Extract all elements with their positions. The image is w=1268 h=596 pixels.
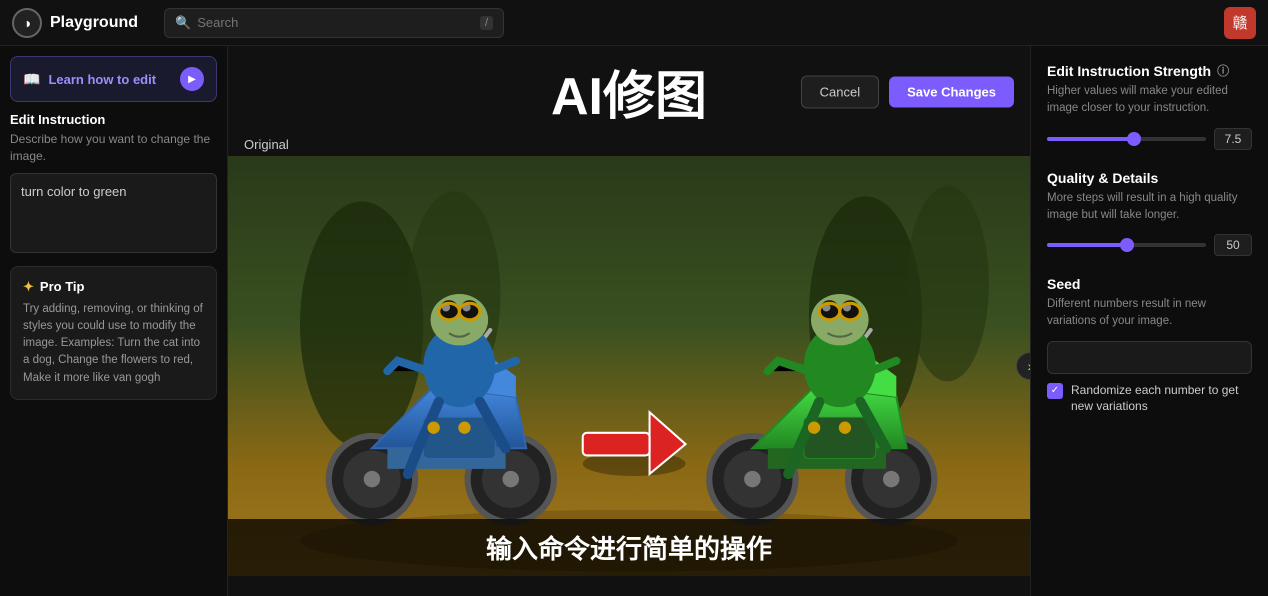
frog-scene: 输入命令进行简单的操作 › <box>228 156 1030 576</box>
quality-slider-thumb[interactable] <box>1120 238 1134 252</box>
learn-how-to-edit-button[interactable]: 📖 Learn how to edit ▶ <box>10 56 217 102</box>
center-header: AI修图 Cancel Save Changes <box>228 46 1030 137</box>
seed-section: Seed Different numbers result in new var… <box>1047 276 1252 415</box>
logo-area: ◑ Playground <box>12 8 152 38</box>
original-label: Original <box>228 137 289 152</box>
pro-tip-text: Try adding, removing, or thinking of sty… <box>23 301 204 387</box>
cancel-button[interactable]: Cancel <box>801 75 879 108</box>
header-actions: Cancel Save Changes <box>801 75 1014 108</box>
search-bar[interactable]: 🔍 / <box>164 8 504 38</box>
edit-instruction-desc: Describe how you want to change the imag… <box>10 131 217 165</box>
search-shortcut: / <box>480 16 493 30</box>
quality-value: 50 <box>1214 234 1252 256</box>
logo-text: Playground <box>50 14 138 32</box>
strength-info-icon[interactable]: ⓘ <box>1217 62 1229 79</box>
strength-title: Edit Instruction Strength <box>1047 63 1211 79</box>
pro-tip-title: Pro Tip <box>40 279 85 294</box>
book-icon: 📖 <box>23 71 40 88</box>
play-button[interactable]: ▶ <box>180 67 204 91</box>
strength-value: 7.5 <box>1214 128 1252 150</box>
page-title: AI修图 <box>551 54 707 129</box>
center-panel: AI修图 Cancel Save Changes Original <box>228 46 1030 596</box>
seed-input[interactable] <box>1047 341 1252 374</box>
avatar[interactable]: 赣 <box>1224 7 1256 39</box>
topnav: ◑ Playground 🔍 / 赣 <box>0 0 1268 46</box>
instruction-textarea[interactable]: turn color to green <box>10 173 217 253</box>
quality-slider-fill <box>1047 243 1127 247</box>
randomize-checkbox[interactable]: ✓ <box>1047 383 1063 399</box>
strength-desc: Higher values will make your edited imag… <box>1047 83 1252 118</box>
strength-slider-thumb[interactable] <box>1127 132 1141 146</box>
main-layout: 📖 Learn how to edit ▶ Edit Instruction D… <box>0 46 1268 596</box>
search-input[interactable] <box>197 15 474 30</box>
search-icon: 🔍 <box>175 15 191 31</box>
quality-slider-track[interactable] <box>1047 243 1206 247</box>
left-panel: 📖 Learn how to edit ▶ Edit Instruction D… <box>0 46 228 596</box>
strength-slider-track[interactable] <box>1047 137 1206 141</box>
quality-title: Quality & Details <box>1047 170 1158 186</box>
quality-section: Quality & Details More steps will result… <box>1047 170 1252 257</box>
frog-scene-svg <box>228 156 1030 576</box>
strength-section: Edit Instruction Strength ⓘ Higher value… <box>1047 62 1252 150</box>
right-panel: Edit Instruction Strength ⓘ Higher value… <box>1030 46 1268 596</box>
pro-tip-card: ✦ Pro Tip Try adding, removing, or think… <box>10 266 217 400</box>
seed-title: Seed <box>1047 276 1080 292</box>
quality-slider-row: 50 <box>1047 234 1252 256</box>
learn-btn-label: Learn how to edit <box>48 72 156 87</box>
edit-instruction-section: Edit Instruction Describe how you want t… <box>10 112 217 256</box>
strength-slider-fill <box>1047 137 1134 141</box>
randomize-row: ✓ Randomize each number to get new varia… <box>1047 382 1252 416</box>
quality-desc: More steps will result in a high quality… <box>1047 190 1252 225</box>
star-icon: ✦ <box>23 279 34 295</box>
subtitle-overlay: 输入命令进行简单的操作 <box>228 519 1030 576</box>
save-changes-button[interactable]: Save Changes <box>889 76 1014 107</box>
seed-desc: Different numbers result in new variatio… <box>1047 296 1252 331</box>
edit-instruction-title: Edit Instruction <box>10 112 217 127</box>
image-area: Original <box>228 137 1030 596</box>
strength-slider-row: 7.5 <box>1047 128 1252 150</box>
logo-icon: ◑ <box>12 8 42 38</box>
randomize-label: Randomize each number to get new variati… <box>1071 382 1252 416</box>
